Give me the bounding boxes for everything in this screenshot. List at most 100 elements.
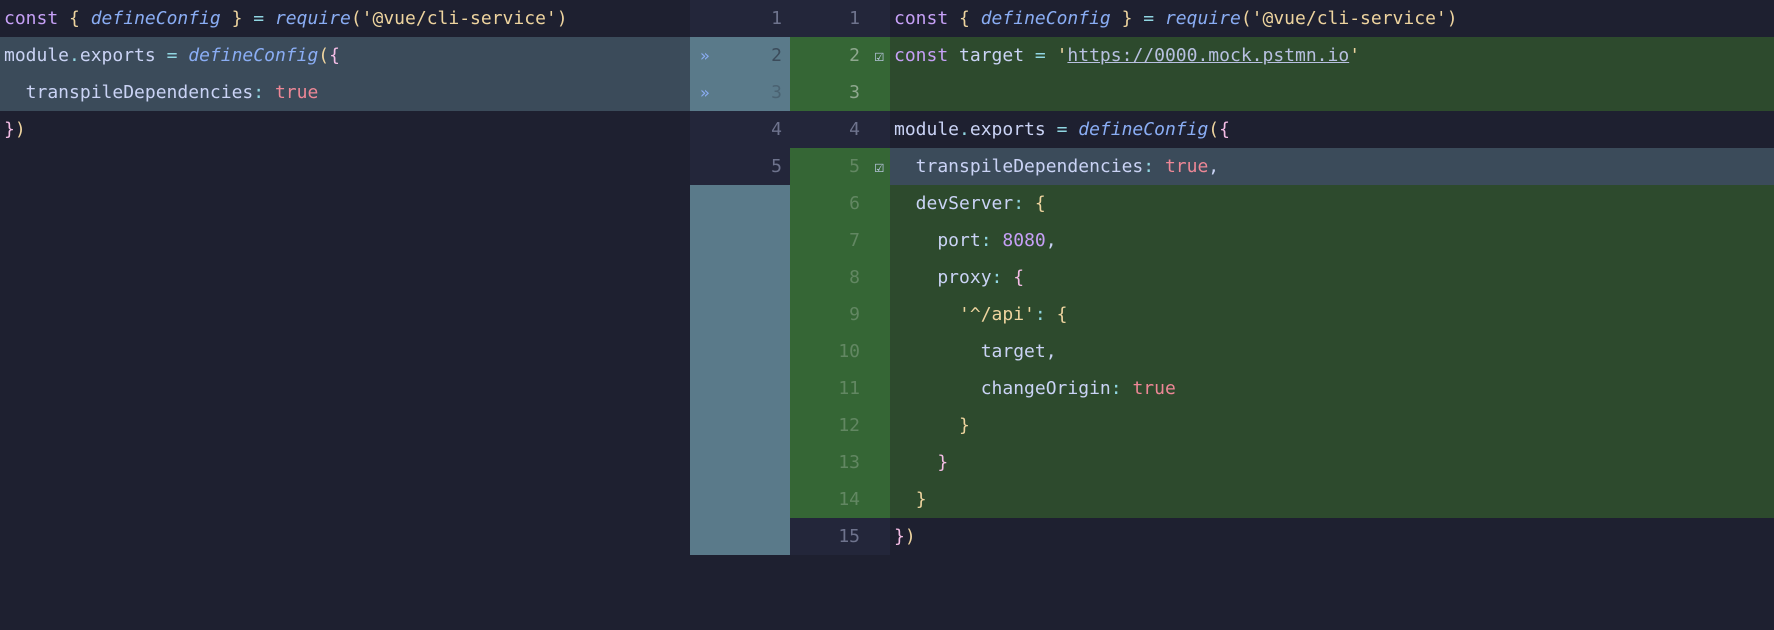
line-number: 2 bbox=[849, 45, 860, 66]
code-token: } bbox=[937, 452, 948, 473]
code-token: ( bbox=[318, 45, 329, 66]
right-line[interactable]: devServer: { bbox=[890, 185, 1774, 222]
right-line[interactable]: changeOrigin: true bbox=[890, 370, 1774, 407]
code-token: const bbox=[894, 45, 959, 66]
gutter-right-line[interactable]: 3 bbox=[790, 74, 890, 111]
right-line[interactable]: }) bbox=[890, 518, 1774, 555]
line-number: 3 bbox=[771, 82, 782, 103]
code-token: { bbox=[1057, 304, 1068, 325]
right-line[interactable]: proxy: { bbox=[890, 259, 1774, 296]
code-token: module bbox=[894, 119, 959, 140]
right-pane[interactable]: const { defineConfig } = require('@vue/c… bbox=[890, 0, 1774, 630]
code-token: } bbox=[916, 489, 927, 510]
code-token: ) bbox=[557, 8, 568, 29]
gutter-right-line[interactable]: 15 bbox=[790, 518, 890, 555]
code-token: true bbox=[1165, 156, 1208, 177]
code-token: const bbox=[4, 8, 69, 29]
code-token: , bbox=[1046, 230, 1057, 251]
check-icon[interactable]: ☑ bbox=[874, 157, 884, 176]
right-line[interactable]: } bbox=[890, 444, 1774, 481]
expand-icon[interactable]: » bbox=[700, 83, 710, 102]
right-line[interactable]: transpileDependencies: true, bbox=[890, 148, 1774, 185]
line-number: 12 bbox=[838, 415, 860, 436]
right-line[interactable]: } bbox=[890, 407, 1774, 444]
code-token: port bbox=[894, 230, 981, 251]
code-token bbox=[894, 452, 937, 473]
gutter-pad bbox=[690, 222, 790, 259]
left-pane[interactable]: const { defineConfig } = require('@vue/c… bbox=[0, 0, 690, 630]
code-token: '^/api' bbox=[894, 304, 1035, 325]
gutter-right-line[interactable]: 9 bbox=[790, 296, 890, 333]
expand-icon[interactable]: » bbox=[700, 46, 710, 65]
code-token: ' bbox=[1349, 45, 1360, 66]
line-number: 9 bbox=[849, 304, 860, 325]
gutter-left[interactable]: 1»2»345 bbox=[690, 0, 790, 630]
gutter-left-line[interactable]: »3 bbox=[690, 74, 790, 111]
right-line[interactable]: } bbox=[890, 481, 1774, 518]
line-number: 7 bbox=[849, 230, 860, 251]
gutter-right-line[interactable]: 4 bbox=[790, 111, 890, 148]
right-line[interactable]: target, bbox=[890, 333, 1774, 370]
code-token: true bbox=[1132, 378, 1175, 399]
code-token: defineConfig bbox=[1078, 119, 1208, 140]
code-token: '@vue/cli-service' bbox=[362, 8, 557, 29]
gutter-right-line[interactable]: 7 bbox=[790, 222, 890, 259]
right-line[interactable]: '^/api': { bbox=[890, 296, 1774, 333]
code-token: exports bbox=[970, 119, 1046, 140]
gutter-right[interactable]: 1☑234☑56789101112131415 bbox=[790, 0, 890, 630]
code-token: changeOrigin bbox=[894, 378, 1111, 399]
code-token: : bbox=[992, 267, 1014, 288]
gutter-pad bbox=[690, 333, 790, 370]
code-token: { bbox=[1219, 119, 1230, 140]
code-token: . bbox=[959, 119, 970, 140]
code-token: = bbox=[1024, 45, 1057, 66]
gutter-left-line[interactable]: 1 bbox=[690, 0, 790, 37]
line-number: 2 bbox=[771, 45, 782, 66]
gutter-right-line[interactable]: ☑5 bbox=[790, 148, 890, 185]
code-token: ( bbox=[1208, 119, 1219, 140]
check-icon[interactable]: ☑ bbox=[874, 46, 884, 65]
gutter-pad bbox=[690, 296, 790, 333]
gutter-left-line[interactable]: 4 bbox=[690, 111, 790, 148]
left-line[interactable] bbox=[0, 148, 690, 185]
code-token: } bbox=[4, 119, 15, 140]
right-line[interactable]: const { defineConfig } = require('@vue/c… bbox=[890, 0, 1774, 37]
gutter-right-line[interactable]: 12 bbox=[790, 407, 890, 444]
code-token: : bbox=[253, 82, 275, 103]
left-line[interactable]: transpileDependencies: true bbox=[0, 74, 690, 111]
diff-view: const { defineConfig } = require('@vue/c… bbox=[0, 0, 1774, 630]
gutter-right-line[interactable]: 14 bbox=[790, 481, 890, 518]
left-line[interactable]: const { defineConfig } = require('@vue/c… bbox=[0, 0, 690, 37]
code-token: transpileDependencies bbox=[894, 156, 1143, 177]
gutter-right-line[interactable]: 1 bbox=[790, 0, 890, 37]
code-token: ) bbox=[905, 526, 916, 547]
right-line[interactable] bbox=[890, 74, 1774, 111]
left-line[interactable]: module.exports = defineConfig({ bbox=[0, 37, 690, 74]
code-token: { bbox=[959, 8, 981, 29]
gutter-right-line[interactable]: 10 bbox=[790, 333, 890, 370]
code-token: '@vue/cli-service' bbox=[1252, 8, 1447, 29]
line-number: 1 bbox=[849, 8, 860, 29]
gutter-pad bbox=[690, 407, 790, 444]
gutter-wrap: 1»2»345 1☑234☑56789101112131415 bbox=[690, 0, 890, 630]
code-token: } bbox=[1111, 8, 1133, 29]
gutter-left-line[interactable]: 5 bbox=[690, 148, 790, 185]
line-number: 4 bbox=[849, 119, 860, 140]
right-line[interactable]: module.exports = defineConfig({ bbox=[890, 111, 1774, 148]
code-token: : bbox=[1111, 378, 1133, 399]
right-line[interactable]: const target = 'https://0000.mock.pstmn.… bbox=[890, 37, 1774, 74]
code-token: : bbox=[1143, 156, 1165, 177]
code-token: ) bbox=[1447, 8, 1458, 29]
gutter-right-line[interactable]: 8 bbox=[790, 259, 890, 296]
code-token: 8080 bbox=[1002, 230, 1045, 251]
left-line[interactable]: }) bbox=[0, 111, 690, 148]
line-number: 1 bbox=[771, 8, 782, 29]
gutter-right-line[interactable]: ☑2 bbox=[790, 37, 890, 74]
gutter-right-line[interactable]: 11 bbox=[790, 370, 890, 407]
gutter-right-line[interactable]: 13 bbox=[790, 444, 890, 481]
right-line[interactable]: port: 8080, bbox=[890, 222, 1774, 259]
gutter-left-line[interactable]: »2 bbox=[690, 37, 790, 74]
code-token: } bbox=[959, 415, 970, 436]
gutter-right-line[interactable]: 6 bbox=[790, 185, 890, 222]
code-token: defineConfig bbox=[188, 45, 318, 66]
